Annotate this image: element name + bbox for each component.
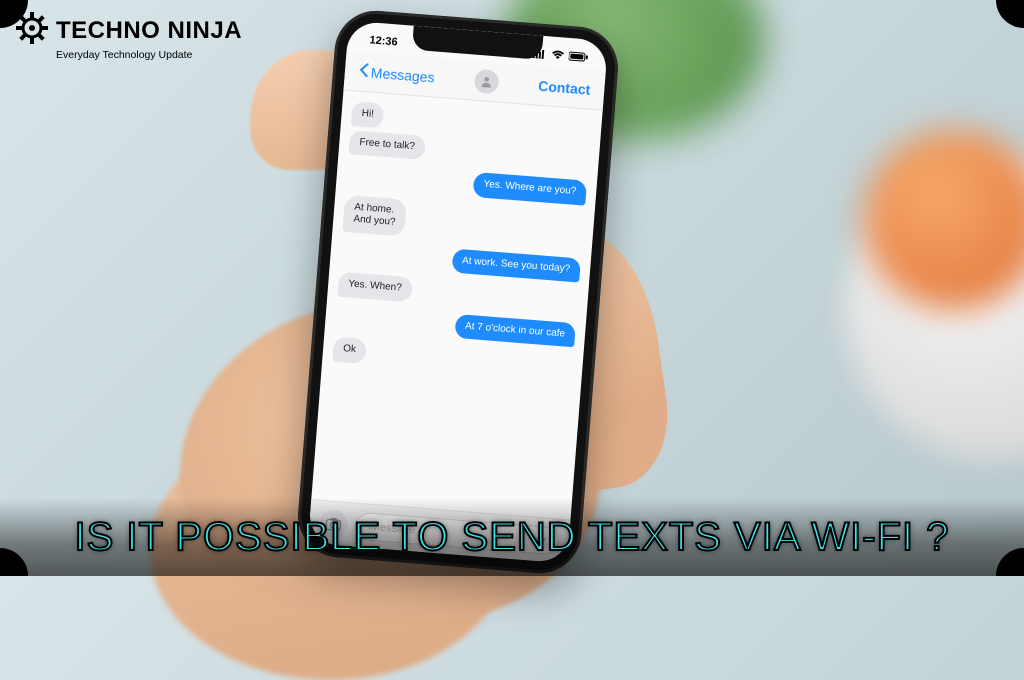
logo-tagline: Everyday Technology Update bbox=[56, 49, 242, 61]
message-bubble-outgoing[interactable]: Yes. Where are you? bbox=[473, 172, 588, 205]
message-bubble-incoming[interactable]: Hi! bbox=[351, 101, 385, 128]
person-icon bbox=[479, 74, 494, 89]
logo-brand-left: TECHNO bbox=[56, 17, 160, 44]
message-bubble-incoming[interactable]: Free to talk? bbox=[348, 130, 425, 160]
logo-brand-right: NINJA bbox=[168, 17, 243, 44]
phone-screen: 12:36 Messages bbox=[308, 21, 608, 564]
brand-logo: TECHNO NINJA Everyday Technology Update bbox=[14, 10, 242, 61]
caption-text: IS IT POSSIBLE TO SEND TEXTS VIA WI-FI ? bbox=[74, 515, 949, 560]
message-bubble-outgoing[interactable]: At work. See you today? bbox=[451, 248, 581, 282]
iphone-device: 12:36 Messages bbox=[295, 8, 621, 577]
message-thread[interactable]: Hi! Free to talk? Yes. Where are you? At… bbox=[311, 90, 602, 519]
message-bubble-incoming[interactable]: Yes. When? bbox=[337, 272, 412, 302]
status-time: 12:36 bbox=[369, 34, 398, 48]
contact-button[interactable]: Contact bbox=[538, 77, 591, 97]
back-button[interactable]: Messages bbox=[358, 63, 435, 86]
message-bubble-incoming[interactable]: At home. And you? bbox=[342, 194, 407, 236]
caption-bar: IS IT POSSIBLE TO SEND TEXTS VIA WI-FI ? bbox=[0, 498, 1024, 576]
message-bubble-incoming[interactable]: Ok bbox=[332, 336, 367, 363]
chevron-left-icon bbox=[358, 63, 369, 81]
message-bubble-outgoing[interactable]: At 7 o'clock in our cafe bbox=[454, 313, 576, 347]
battery-icon bbox=[568, 51, 589, 63]
contact-avatar[interactable] bbox=[474, 68, 500, 94]
back-label: Messages bbox=[370, 64, 435, 85]
wifi-icon bbox=[551, 50, 566, 61]
